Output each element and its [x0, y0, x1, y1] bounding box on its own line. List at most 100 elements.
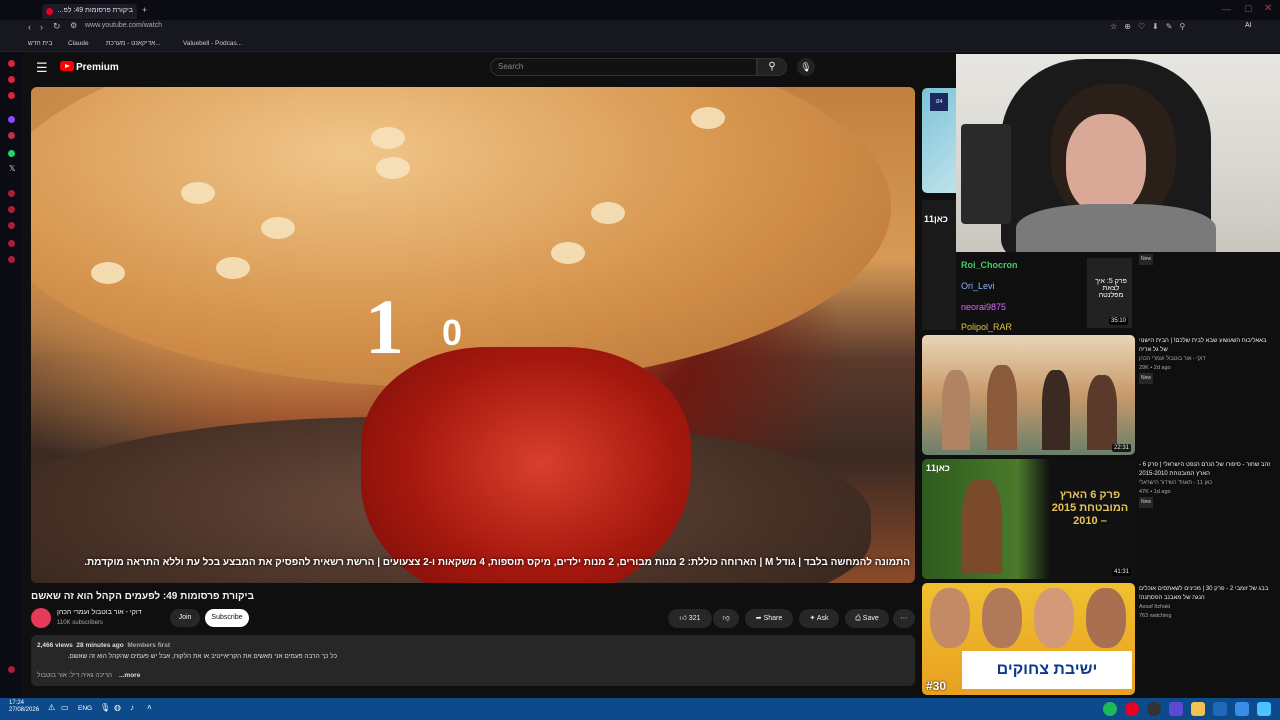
sesame-seed: [181, 182, 215, 204]
file-explorer-icon[interactable]: [1191, 702, 1205, 716]
bookmark-item[interactable]: בית חדש: [28, 40, 52, 47]
show-hidden-icons-icon[interactable]: ˄: [147, 703, 152, 712]
sidebar-settings-icon[interactable]: [8, 666, 15, 673]
channel-name[interactable]: דוקי - אור בוטבול ועמרי הכהן: [57, 609, 142, 616]
sidebar-app-icon[interactable]: [8, 190, 15, 197]
rec-meta: 29K • 2d ago: [1139, 365, 1171, 371]
recommendation-thumbnail[interactable]: כאן11 פרק 6 הארץ המובטחת 2015 – 2010 41:…: [922, 459, 1135, 579]
streamer-webcam: [956, 54, 1280, 252]
youtube-logo[interactable]: Premium: [60, 61, 119, 73]
mic-tray-icon[interactable]: 🎙︎: [100, 703, 110, 712]
sidebar-app-icon[interactable]: [8, 60, 15, 67]
new-tab-icon[interactable]: +: [142, 5, 147, 15]
x-icon[interactable]: 𝕏: [9, 164, 15, 173]
sidebar-app-icon[interactable]: [8, 76, 15, 83]
rec-info[interactable]: באאליבוח השעשוע שבא לבית שלכם! | הבית הי…: [1139, 337, 1275, 384]
language-indicator[interactable]: ENG: [78, 705, 92, 712]
sidebar-app-icon[interactable]: [8, 206, 15, 213]
video-player[interactable]: [31, 87, 915, 583]
show-more-link[interactable]: ...more: [119, 672, 140, 679]
microphone-icon[interactable]: 🎙: [797, 58, 815, 76]
address-bar: [0, 20, 1280, 38]
tab-active[interactable]: ביקורת פרסומות 49: לפ...: [42, 4, 137, 19]
rec-channel: Assaf Itzhaki: [1139, 604, 1171, 610]
thumb-title-text: ישיבת צחוקים: [962, 651, 1132, 689]
sidebar-app-icon[interactable]: [8, 256, 15, 263]
share-icon: ➦: [755, 615, 762, 622]
reload-icon[interactable]: ↻: [53, 21, 61, 32]
volume-icon[interactable]: ♪: [130, 703, 134, 712]
app-taskbar-icon[interactable]: [1169, 702, 1183, 716]
sesame-seed: [91, 262, 125, 284]
tab-bar: [0, 0, 1280, 20]
new-badge: New: [1139, 373, 1154, 384]
person-figure: [987, 365, 1017, 450]
bookmark-item[interactable]: Claude: [68, 40, 89, 47]
youtube-play-icon: [60, 61, 74, 71]
search-icon[interactable]: ⚲: [757, 58, 787, 76]
bookmarks-bar: בית חדש Claude אדיקאנט - מערכת... Valueb…: [0, 38, 1280, 52]
recommendation-thumbnail-partial[interactable]: כאן11: [922, 200, 956, 330]
subscribe-button[interactable]: Subscribe: [205, 609, 249, 627]
hamburger-menu-icon[interactable]: ☰: [36, 60, 48, 76]
sidebar-app-icon[interactable]: [8, 92, 15, 99]
forward-icon[interactable]: ›: [40, 22, 43, 32]
start-icon[interactable]: [1257, 702, 1271, 716]
video-disclaimer-text: התמונה להמחשה בלבד | גודל M | הארוחה כול…: [84, 557, 910, 568]
whatsapp-icon[interactable]: [8, 150, 15, 157]
join-button[interactable]: Join: [170, 609, 200, 627]
channel-avatar[interactable]: [31, 608, 51, 628]
sidebar-app-icon[interactable]: [8, 132, 15, 139]
share-button[interactable]: ➦ Share: [745, 609, 793, 628]
url-field[interactable]: www.youtube.com/watch: [85, 22, 162, 29]
notification-icon[interactable]: ⚠: [48, 703, 55, 712]
sesame-seed: [261, 217, 295, 239]
app-taskbar-icon[interactable]: [1147, 702, 1161, 716]
description-box[interactable]: 2,466 views 28 minutes ago Members first…: [31, 635, 915, 686]
recommendation-thumbnail[interactable]: ישיבת צחוקים #30: [922, 583, 1135, 695]
bookmark-item[interactable]: Valuebell - Podcas...: [183, 40, 242, 47]
sidebar-app-icon[interactable]: [8, 222, 15, 229]
site-info-icon[interactable]: ⚙: [70, 21, 77, 30]
back-icon[interactable]: ‹: [28, 22, 31, 32]
system-clock[interactable]: 17:24 27/08/2026: [9, 700, 39, 714]
like-button[interactable]: 👍︎ 321: [668, 609, 712, 628]
dislike-button[interactable]: 👎︎: [713, 609, 739, 628]
opera-taskbar-icon[interactable]: [1125, 702, 1139, 716]
close-icon[interactable]: ✕: [1264, 3, 1272, 14]
app-taskbar-icon[interactable]: [1213, 702, 1227, 716]
youtube-favicon-icon: [46, 8, 53, 15]
network-icon[interactable]: ◍: [114, 703, 121, 712]
rec-channel: דוקי - אור בוטבול ועמרי הכהן: [1139, 356, 1206, 362]
search-input[interactable]: Search: [490, 58, 757, 76]
person-figure: [962, 479, 1002, 574]
bookmark-item[interactable]: אדיקאנט - מערכת...: [106, 40, 161, 47]
browser-toolbar-icons[interactable]: ☆⊕♡⬇✎⚲: [1110, 22, 1192, 31]
display-icon[interactable]: ▭: [61, 703, 69, 712]
members-first-label: Members first: [127, 642, 170, 649]
twitch-icon[interactable]: [8, 116, 15, 123]
chat-user: Roi_Chocron: [961, 260, 1018, 270]
save-button[interactable]: ⎙ Save: [845, 609, 889, 628]
rec-meta: 763 watching: [1139, 613, 1172, 619]
rec-title: זהב שחור - סיפורו של הנרם הנפט הישראלי |…: [1139, 462, 1271, 477]
more-actions-button[interactable]: ⋯: [893, 609, 915, 628]
view-stats: 2,466 views 28 minutes ago Members first: [37, 642, 170, 649]
rec-info: New: [1139, 254, 1275, 265]
minimize-icon[interactable]: —: [1222, 4, 1231, 14]
rec-info[interactable]: בבג של זומבי 2 - פרק 30 | מכינים לשאתסים…: [1139, 585, 1275, 621]
sidebar-app-icon[interactable]: [8, 240, 15, 247]
recommendation-thumbnail[interactable]: 22:31: [922, 335, 1135, 455]
kan11-logo: כאן11: [926, 463, 950, 473]
rec-channel: כאן 11 - תאגיד השידור הישראלי: [1139, 480, 1213, 486]
aria-ai-button[interactable]: AI: [1245, 22, 1252, 29]
new-badge: New: [1139, 254, 1154, 265]
rec-info[interactable]: זהב שחור - סיפורו של הנרם הנפט הישראלי |…: [1139, 461, 1275, 508]
chat-user: Polipol_RAR: [961, 322, 1013, 332]
spotify-icon[interactable]: [1103, 702, 1117, 716]
search-taskbar-icon[interactable]: [1235, 702, 1249, 716]
rec-title: באאליבוח השעשוע שבא לבית שלכם! | הבית הי…: [1139, 338, 1267, 353]
ask-button[interactable]: ✦ Ask: [799, 609, 839, 628]
maximize-icon[interactable]: ☐: [1244, 4, 1252, 15]
chat-user: neorai9875: [961, 302, 1007, 312]
